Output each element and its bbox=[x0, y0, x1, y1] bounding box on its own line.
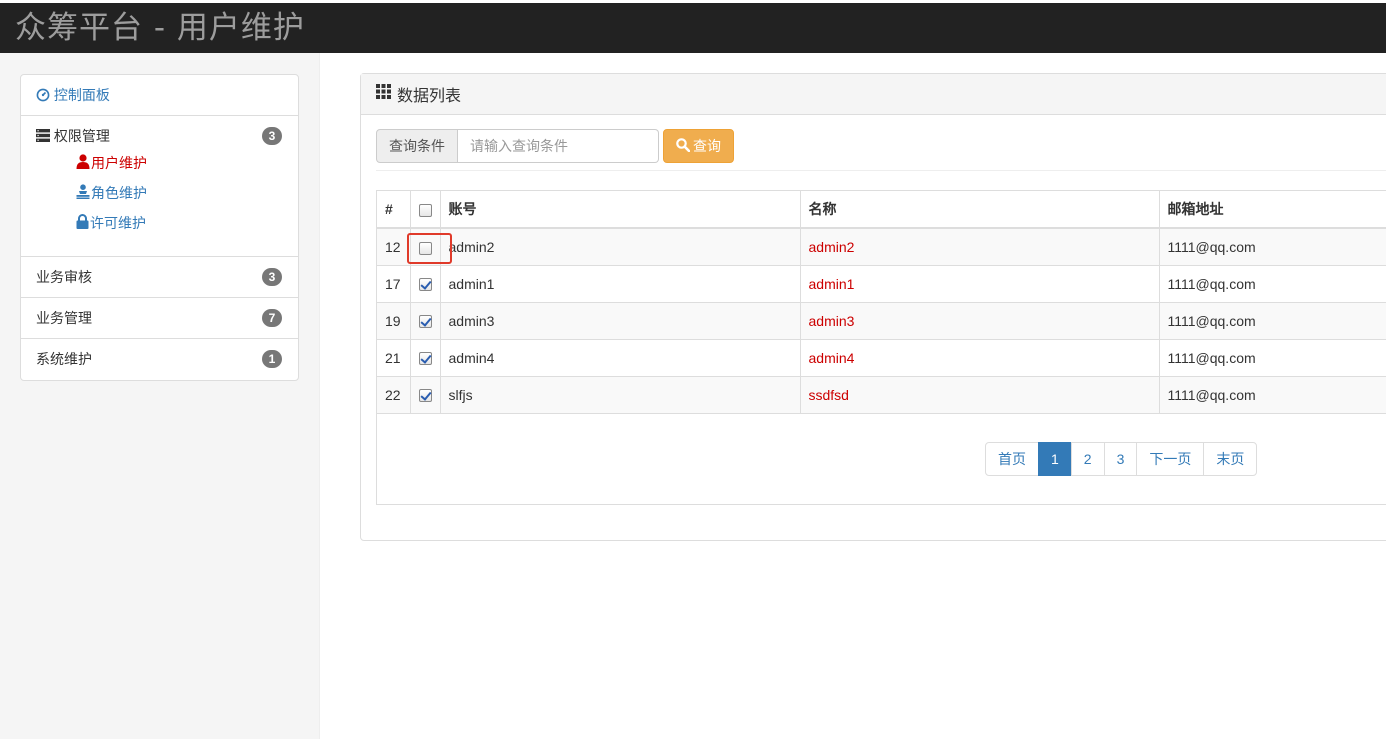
row-checkbox[interactable] bbox=[418, 315, 432, 329]
panel-heading: 数据列表 bbox=[361, 74, 1386, 115]
column-header-email: 邮箱地址 bbox=[1159, 191, 1386, 229]
pagination: 首页 1 2 3 下一页 末页 bbox=[985, 442, 1258, 476]
cell-email: 1111@qq.com bbox=[1159, 376, 1386, 414]
sidebar: 控制面板 权限管理 3 用户维护 角色维护 许可维护 业务审核 3 业务管理 7… bbox=[0, 53, 320, 739]
cell-select bbox=[410, 265, 441, 303]
sidebar-item-business-audit[interactable]: 业务审核 3 bbox=[21, 257, 298, 298]
data-list-panel: 数据列表 查询条件 查询 # 账号 名称 bbox=[360, 73, 1386, 541]
user-icon bbox=[76, 154, 90, 173]
page-button-2[interactable]: 2 bbox=[1070, 442, 1105, 476]
page-next-button[interactable]: 下一页 bbox=[1136, 442, 1205, 476]
sidebar-group-label: 权限管理 bbox=[53, 128, 110, 144]
cell-name: admin1 bbox=[800, 265, 1160, 303]
column-header-account: 账号 bbox=[440, 191, 801, 229]
permission-submenu: 用户维护 角色维护 许可维护 bbox=[36, 154, 283, 244]
cell-name: ssdfsd bbox=[800, 376, 1160, 414]
grid-icon bbox=[376, 84, 391, 104]
sidebar-item-label: 用户维护 bbox=[91, 155, 147, 171]
row-checkbox[interactable] bbox=[418, 241, 432, 255]
top-navbar: 众筹平台 - 用户维护 bbox=[0, 3, 1386, 53]
search-button-label: 查询 bbox=[693, 138, 721, 154]
panel-title: 数据列表 bbox=[397, 88, 462, 105]
user-table: # 账号 名称 邮箱地址 12 admin2 admin2 1111@qq.co… bbox=[377, 191, 1386, 414]
sidebar-item-label: 许可维护 bbox=[90, 215, 146, 231]
cell-email: 1111@qq.com bbox=[1159, 228, 1386, 266]
cell-account: slfjs bbox=[440, 376, 801, 414]
row-checkbox[interactable] bbox=[418, 389, 432, 403]
role-icon bbox=[76, 184, 90, 203]
sidebar-item-label: 业务审核 bbox=[36, 269, 92, 285]
search-input[interactable] bbox=[458, 129, 659, 163]
page-button-3[interactable]: 3 bbox=[1103, 442, 1138, 476]
table-row: 19 admin3 admin3 1111@qq.com bbox=[377, 302, 1386, 340]
cell-name: admin4 bbox=[800, 339, 1160, 377]
search-form: 查询条件 查询 bbox=[376, 129, 734, 163]
cell-select bbox=[410, 376, 441, 414]
row-checkbox[interactable] bbox=[418, 278, 432, 292]
cell-name: admin2 bbox=[800, 228, 1160, 266]
list-icon bbox=[36, 129, 50, 145]
divider bbox=[376, 170, 1386, 171]
count-badge: 3 bbox=[262, 127, 282, 145]
dashboard-icon bbox=[36, 88, 50, 105]
cell-account: admin2 bbox=[440, 228, 801, 266]
cell-select bbox=[410, 302, 441, 340]
page-button-1[interactable]: 1 bbox=[1038, 442, 1072, 476]
sidebar-item-business-management[interactable]: 业务管理 7 bbox=[21, 298, 298, 339]
search-button[interactable]: 查询 bbox=[663, 129, 734, 163]
sidebar-item-label: 系统维护 bbox=[36, 351, 92, 367]
table-row: 17 admin1 admin1 1111@qq.com bbox=[377, 265, 1386, 303]
sidebar-menu: 控制面板 权限管理 3 用户维护 角色维护 许可维护 业务审核 3 业务管理 7… bbox=[20, 74, 299, 381]
select-all-checkbox[interactable] bbox=[418, 203, 432, 217]
sidebar-item-dashboard[interactable]: 控制面板 bbox=[21, 75, 298, 116]
sidebar-group-permission[interactable]: 权限管理 3 用户维护 角色维护 许可维护 bbox=[21, 116, 298, 257]
cell-account: admin3 bbox=[440, 302, 801, 340]
page-title[interactable]: 众筹平台 - 用户维护 bbox=[15, 9, 305, 47]
page-last-button[interactable]: 末页 bbox=[1203, 442, 1258, 476]
cell-id: 22 bbox=[377, 376, 411, 414]
count-badge: 3 bbox=[262, 268, 282, 286]
sidebar-item-permit-maintenance[interactable]: 许可维护 bbox=[76, 214, 283, 244]
sidebar-item-label: 角色维护 bbox=[91, 185, 147, 201]
table-container: # 账号 名称 邮箱地址 12 admin2 admin2 1111@qq.co… bbox=[376, 190, 1386, 505]
page-first-button[interactable]: 首页 bbox=[985, 442, 1039, 476]
cell-name: admin3 bbox=[800, 302, 1160, 340]
cell-email: 1111@qq.com bbox=[1159, 339, 1386, 377]
cell-email: 1111@qq.com bbox=[1159, 265, 1386, 303]
sidebar-item-label: 控制面板 bbox=[53, 87, 110, 103]
cell-id: 12 bbox=[377, 228, 411, 266]
column-header-name: 名称 bbox=[800, 191, 1160, 229]
search-condition-label: 查询条件 bbox=[376, 129, 458, 163]
cell-select bbox=[410, 228, 441, 266]
cell-id: 19 bbox=[377, 302, 411, 340]
sidebar-item-user-maintenance[interactable]: 用户维护 bbox=[76, 154, 283, 184]
table-row: 22 slfjs ssdfsd 1111@qq.com bbox=[377, 376, 1386, 414]
sidebar-item-role-maintenance[interactable]: 角色维护 bbox=[76, 184, 283, 214]
column-header-select bbox=[410, 191, 441, 229]
table-row: 12 admin2 admin2 1111@qq.com bbox=[377, 228, 1386, 266]
cell-email: 1111@qq.com bbox=[1159, 302, 1386, 340]
table-row: 21 admin4 admin4 1111@qq.com bbox=[377, 339, 1386, 377]
count-badge: 1 bbox=[262, 350, 282, 368]
count-badge: 7 bbox=[262, 309, 282, 327]
cell-account: admin1 bbox=[440, 265, 801, 303]
row-checkbox[interactable] bbox=[418, 352, 432, 366]
column-header-id: # bbox=[377, 191, 411, 229]
lock-icon bbox=[76, 214, 89, 233]
search-icon bbox=[676, 137, 691, 155]
cell-id: 17 bbox=[377, 265, 411, 303]
table-header-row: # 账号 名称 邮箱地址 bbox=[377, 191, 1386, 229]
cell-id: 21 bbox=[377, 339, 411, 377]
cell-account: admin4 bbox=[440, 339, 801, 377]
sidebar-item-system-maintenance[interactable]: 系统维护 1 bbox=[21, 339, 298, 380]
cell-select bbox=[410, 339, 441, 377]
sidebar-item-label: 业务管理 bbox=[36, 310, 92, 326]
